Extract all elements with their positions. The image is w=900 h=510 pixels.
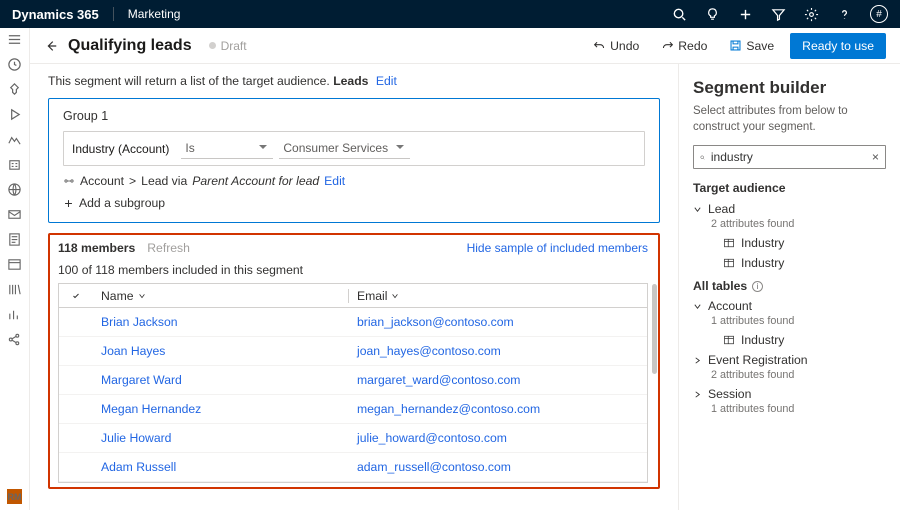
- mail-icon[interactable]: [7, 207, 22, 222]
- module-name: Marketing: [128, 7, 181, 21]
- tree-account[interactable]: Account: [693, 296, 886, 316]
- member-name[interactable]: Julie Howard: [93, 431, 349, 445]
- intro-text: This segment will return a list of the t…: [48, 74, 660, 88]
- members-subtext: 100 of 118 members included in this segm…: [58, 263, 648, 277]
- tree-lead-industry-1[interactable]: Industry: [693, 233, 886, 253]
- operator-dropdown[interactable]: Is: [181, 138, 273, 159]
- relation-path: Account>Lead via Parent Account for lead…: [63, 174, 645, 188]
- info-icon[interactable]: i: [752, 281, 763, 292]
- column-email[interactable]: Email: [349, 289, 647, 303]
- table-row[interactable]: Julie Howardjulie_howard@contoso.com: [59, 424, 647, 453]
- segment-group-card: Group 1 Industry (Account) Is Consumer S…: [48, 98, 660, 223]
- attribute-search[interactable]: ×: [693, 145, 886, 169]
- member-name[interactable]: Brian Jackson: [93, 315, 349, 329]
- panel-desc: Select attributes from below to construc…: [693, 104, 886, 135]
- table-row[interactable]: Joan Hayesjoan_hayes@contoso.com: [59, 337, 647, 366]
- redo-button[interactable]: Redo: [655, 35, 713, 57]
- ready-button[interactable]: Ready to use: [790, 33, 886, 59]
- all-tables-header: All tables: [693, 279, 747, 293]
- idea-icon[interactable]: [705, 7, 720, 22]
- column-name[interactable]: Name: [93, 289, 349, 303]
- value-dropdown[interactable]: Consumer Services: [279, 138, 410, 159]
- help-icon[interactable]: [837, 7, 852, 22]
- filter-icon[interactable]: [771, 7, 786, 22]
- group-title: Group 1: [63, 109, 645, 123]
- hide-sample-link[interactable]: Hide sample of included members: [467, 241, 648, 255]
- command-bar: Qualifying leads Draft Undo Redo Save Re…: [30, 28, 900, 64]
- member-email[interactable]: joan_hayes@contoso.com: [349, 344, 647, 358]
- page-title: Qualifying leads: [68, 37, 192, 55]
- brand-name: Dynamics 365: [12, 7, 99, 22]
- table-row[interactable]: Margaret Wardmargaret_ward@contoso.com: [59, 366, 647, 395]
- chart-icon[interactable]: [7, 307, 22, 322]
- window-icon[interactable]: [7, 257, 22, 272]
- user-avatar[interactable]: #: [870, 5, 888, 23]
- member-email[interactable]: julie_howard@contoso.com: [349, 431, 647, 445]
- members-preview: 118 members Refresh Hide sample of inclu…: [48, 233, 660, 489]
- attribute-name: Industry (Account): [72, 142, 175, 156]
- member-name[interactable]: Joan Hayes: [93, 344, 349, 358]
- tree-session[interactable]: Session: [693, 384, 886, 404]
- journey-icon[interactable]: [7, 132, 22, 147]
- global-nav-bar: Dynamics 365 Marketing #: [0, 0, 900, 28]
- search-icon[interactable]: [672, 7, 687, 22]
- member-email[interactable]: brian_jackson@contoso.com: [349, 315, 647, 329]
- table-row[interactable]: Megan Hernandezmegan_hernandez@contoso.c…: [59, 395, 647, 424]
- refresh-button[interactable]: Refresh: [147, 241, 190, 255]
- settings-icon[interactable]: [804, 7, 819, 22]
- member-name[interactable]: Adam Russell: [93, 460, 349, 474]
- menu-icon[interactable]: [7, 32, 22, 47]
- tree-lead-industry-2[interactable]: Industry: [693, 253, 886, 273]
- edit-audience-link[interactable]: Edit: [376, 74, 397, 88]
- tree-event[interactable]: Event Registration: [693, 350, 886, 370]
- building-icon[interactable]: [7, 157, 22, 172]
- add-subgroup-button[interactable]: Add a subgroup: [63, 196, 645, 210]
- add-icon[interactable]: [738, 7, 753, 22]
- status-pill: Draft: [209, 39, 247, 53]
- member-email[interactable]: megan_hernandez@contoso.com: [349, 402, 647, 416]
- tree-account-industry[interactable]: Industry: [693, 330, 886, 350]
- search-input[interactable]: [705, 150, 872, 164]
- save-button[interactable]: Save: [723, 35, 780, 57]
- target-audience-header: Target audience: [693, 181, 886, 195]
- member-name[interactable]: Megan Hernandez: [93, 402, 349, 416]
- undo-button[interactable]: Undo: [587, 35, 645, 57]
- library-icon[interactable]: [7, 282, 22, 297]
- member-count: 118 members: [58, 241, 135, 255]
- member-email[interactable]: margaret_ward@contoso.com: [349, 373, 647, 387]
- panel-title: Segment builder: [693, 78, 886, 98]
- member-email[interactable]: adam_russell@contoso.com: [349, 460, 647, 474]
- pin-icon[interactable]: [7, 82, 22, 97]
- table-row[interactable]: Adam Russelladam_russell@contoso.com: [59, 453, 647, 482]
- member-name[interactable]: Margaret Ward: [93, 373, 349, 387]
- segment-builder-panel: Segment builder Select attributes from b…: [678, 64, 900, 510]
- left-nav-rail: RM: [0, 28, 30, 510]
- recent-icon[interactable]: [7, 57, 22, 72]
- select-all-checkbox[interactable]: [59, 292, 93, 300]
- edit-path-link[interactable]: Edit: [324, 174, 345, 188]
- share-icon[interactable]: [7, 332, 22, 347]
- form-icon[interactable]: [7, 232, 22, 247]
- clear-search-icon[interactable]: ×: [872, 150, 879, 164]
- tree-lead[interactable]: Lead: [693, 199, 886, 219]
- play-icon[interactable]: [7, 107, 22, 122]
- table-row[interactable]: Brian Jacksonbrian_jackson@contoso.com: [59, 308, 647, 337]
- user-badge[interactable]: RM: [7, 489, 22, 504]
- globe-icon[interactable]: [7, 182, 22, 197]
- back-button[interactable]: [44, 39, 58, 53]
